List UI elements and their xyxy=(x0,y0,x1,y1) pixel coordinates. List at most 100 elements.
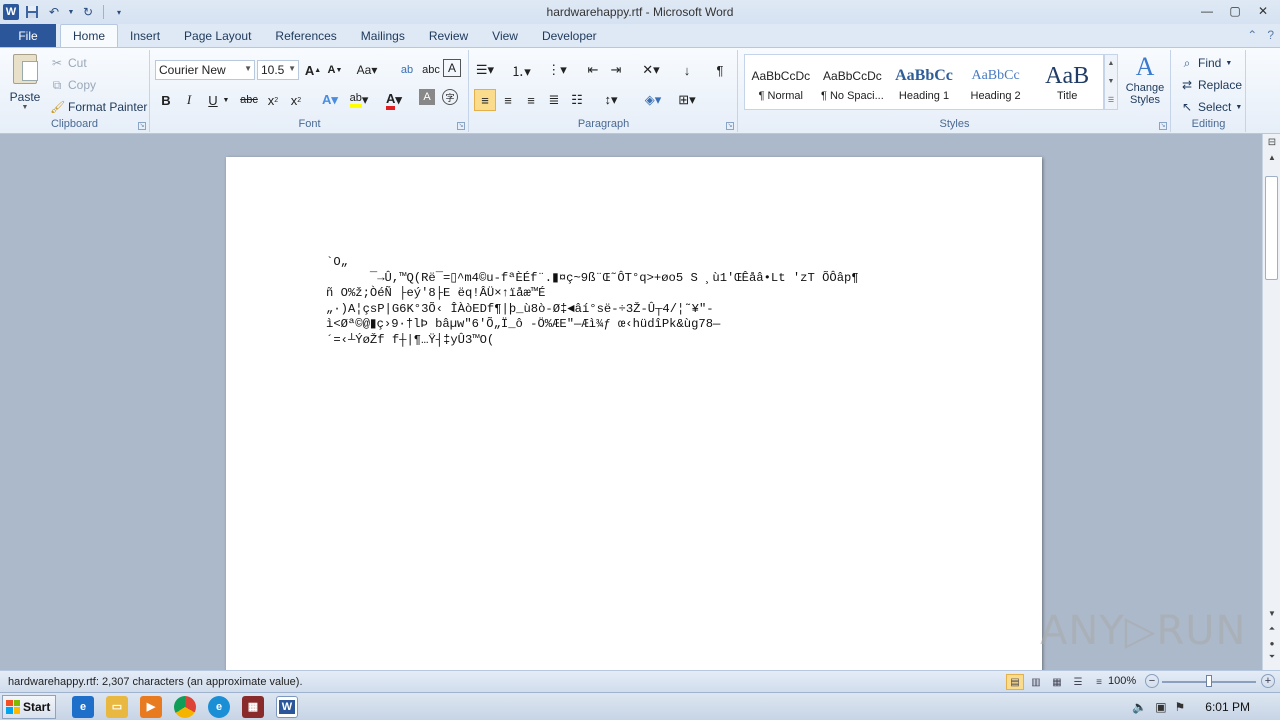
style-no-spacing[interactable]: AaBbCcDc ¶ No Spaci... xyxy=(817,55,889,109)
gallery-down-icon[interactable]: ▼ xyxy=(1108,78,1115,85)
grow-font-icon[interactable]: A ▲ xyxy=(302,59,324,81)
internet-explorer-icon[interactable]: e xyxy=(72,695,94,718)
highlight-icon[interactable]: ab ▾ xyxy=(348,89,370,111)
web-layout-icon[interactable]: ▦ xyxy=(1048,674,1066,690)
redo-icon[interactable]: ↻ xyxy=(79,3,97,21)
scroll-thumb[interactable] xyxy=(1265,176,1278,280)
document-line[interactable]: ñ O%ž;ÒéÑ ├eý'8├E ëq!ÂÜ×↑ïåæ™É xyxy=(326,286,859,302)
align-right-icon[interactable]: ≡ xyxy=(520,89,542,111)
align-left-icon[interactable]: ≡ xyxy=(474,89,496,111)
previous-page-icon[interactable]: ⏶ xyxy=(1263,622,1280,636)
superscript-icon[interactable]: x2 xyxy=(285,89,307,111)
ruler-toggle-icon[interactable]: ⊟ xyxy=(1263,134,1280,150)
font-name-combobox[interactable]: Courier New ▼ xyxy=(155,60,255,80)
tab-view[interactable]: View xyxy=(480,24,530,47)
underline-dropdown-icon[interactable]: ▼ xyxy=(221,89,231,111)
scroll-up-icon[interactable]: ▲ xyxy=(1263,150,1280,164)
chrome-icon[interactable] xyxy=(174,695,196,718)
tab-references[interactable]: References xyxy=(263,24,348,47)
network-icon[interactable]: ▣ xyxy=(1155,700,1166,714)
enclose-characters-icon[interactable]: 字 xyxy=(442,89,458,105)
sort-icon[interactable]: ↓ xyxy=(676,59,698,81)
text-effects-icon[interactable]: A▾ xyxy=(319,89,341,111)
tab-mailings[interactable]: Mailings xyxy=(349,24,417,47)
font-launcher-icon[interactable]: ↘ xyxy=(457,122,465,130)
gallery-up-icon[interactable]: ▲ xyxy=(1108,60,1115,67)
document-line[interactable]: `O„ xyxy=(326,255,859,271)
change-styles-button[interactable]: A Change Styles xyxy=(1122,52,1168,116)
subscript-icon[interactable]: x2 xyxy=(262,89,284,111)
start-button[interactable]: Start xyxy=(2,694,56,719)
style-heading-2[interactable]: AaBbCc Heading 2 xyxy=(960,55,1032,109)
strikethrough-icon[interactable]: abc xyxy=(238,89,260,111)
clear-formatting-icon[interactable]: ab xyxy=(396,59,418,81)
shading-icon[interactable]: ◈▾ xyxy=(642,89,664,111)
character-shading-icon[interactable]: A xyxy=(419,89,435,105)
document-line[interactable]: „·)A¦çsP|G6K°3Õ‹ ÎÀòEDf¶|þ_ù8ò-Ø‡◄âí°së-… xyxy=(326,302,859,318)
outline-icon[interactable]: ☰ xyxy=(1069,674,1087,690)
tab-insert[interactable]: Insert xyxy=(118,24,172,47)
save-icon[interactable] xyxy=(23,3,41,21)
document-page[interactable]: `O„ ¯→Û,™Q(Rë¯=▯^m4©u-fªÈÉf¨.▮¤ç~9ß¨Œ˜ÔT… xyxy=(226,157,1042,670)
paste-button[interactable]: Paste ▼ xyxy=(6,54,44,116)
document-body-text[interactable]: `O„ ¯→Û,™Q(Rë¯=▯^m4©u-fªÈÉf¨.▮¤ç~9ß¨Œ˜ÔT… xyxy=(326,255,859,348)
minimize-icon[interactable]: — xyxy=(1194,2,1220,20)
character-border-icon[interactable]: A xyxy=(443,59,461,77)
edge-icon[interactable]: e xyxy=(208,695,230,718)
copy-button[interactable]: ⧉ Copy xyxy=(50,75,96,95)
tab-developer[interactable]: Developer xyxy=(530,24,609,47)
document-line[interactable]: ¯→Û,™Q(Rë¯=▯^m4©u-fªÈÉf¨.▮¤ç~9ß¨Œ˜ÔT°q>+… xyxy=(326,271,859,287)
tab-home[interactable]: Home xyxy=(60,24,119,47)
select-button[interactable]: ↖ Select ▼ xyxy=(1180,97,1242,117)
multilevel-list-icon[interactable]: ⋮▾ xyxy=(546,59,568,81)
close-icon[interactable]: ✕ xyxy=(1250,2,1276,20)
format-painter-button[interactable]: 🖌 Format Painter xyxy=(50,97,147,117)
word-app-icon[interactable]: W xyxy=(3,4,19,20)
align-center-icon[interactable]: ≡ xyxy=(497,89,519,111)
phonetic-guide-icon[interactable]: abc xyxy=(420,59,442,81)
clipboard-launcher-icon[interactable]: ↘ xyxy=(138,122,146,130)
find-button[interactable]: ⌕ Find ▼ xyxy=(1180,53,1233,73)
draft-icon[interactable]: ≡ xyxy=(1090,674,1108,690)
zoom-level[interactable]: 100% xyxy=(1108,675,1136,687)
style-normal[interactable]: AaBbCcDc ¶ Normal xyxy=(745,55,817,109)
zoom-slider-thumb[interactable] xyxy=(1206,675,1212,687)
document-line[interactable]: ì<Øª©@▮ç›9·†lÞ bâµw"6'Õ„Ï_ô -Ö%ÆE"—Æì¾ƒ … xyxy=(326,317,859,333)
browse-object-icon[interactable]: ● xyxy=(1263,636,1280,650)
styles-launcher-icon[interactable]: ↘ xyxy=(1159,122,1167,130)
bullets-icon[interactable]: ☰▾ xyxy=(474,59,496,81)
next-page-icon[interactable]: ⏷ xyxy=(1263,650,1280,664)
print-layout-icon[interactable]: ▤ xyxy=(1006,674,1024,690)
clock[interactable]: 6:01 PM xyxy=(1205,700,1250,714)
zoom-in-icon[interactable]: + xyxy=(1261,674,1275,688)
shrink-font-icon[interactable]: A ▼ xyxy=(324,59,346,81)
document-line[interactable]: ´=‹┴ÝøŽf f┼|¶…Ÿ┤‡yÛ3™O( xyxy=(326,333,859,349)
maximize-icon[interactable]: ▢ xyxy=(1222,2,1248,20)
action-center-flag-icon[interactable]: ⚑ xyxy=(1175,700,1186,714)
distributed-icon[interactable]: ☷ xyxy=(566,89,588,111)
winrar-icon[interactable]: ▦ xyxy=(242,695,264,718)
undo-dropdown-icon[interactable]: ▼ xyxy=(67,3,75,21)
decrease-indent-icon[interactable]: ⇤ xyxy=(582,59,604,81)
tab-file[interactable]: File xyxy=(0,24,56,47)
asian-layout-icon[interactable]: ✕▾ xyxy=(640,59,662,81)
scroll-down-icon[interactable]: ▼ xyxy=(1263,606,1280,620)
undo-icon[interactable]: ↶ xyxy=(45,3,63,21)
zoom-out-icon[interactable]: − xyxy=(1145,674,1159,688)
style-heading-1[interactable]: AaBbCc Heading 1 xyxy=(888,55,960,109)
paste-dropdown-icon[interactable]: ▼ xyxy=(22,104,29,111)
replace-button[interactable]: ⇄ Replace xyxy=(1180,75,1242,95)
increase-indent-icon[interactable]: ⇥ xyxy=(605,59,627,81)
tab-page-layout[interactable]: Page Layout xyxy=(172,24,263,47)
customize-qat-icon[interactable]: ▾ xyxy=(110,3,128,21)
justify-icon[interactable]: ≣ xyxy=(543,89,565,111)
gallery-more-icon[interactable]: ☰ xyxy=(1108,96,1114,104)
show-hide-marks-icon[interactable]: ¶ xyxy=(709,59,731,81)
speaker-icon[interactable]: 🔈 xyxy=(1132,700,1147,714)
bold-icon[interactable]: B xyxy=(155,89,177,111)
line-spacing-icon[interactable]: ↕▾ xyxy=(600,89,622,111)
media-player-icon[interactable]: ▶ xyxy=(140,695,162,718)
font-color-icon[interactable]: A ▾ xyxy=(383,89,405,111)
help-icon[interactable]: ? xyxy=(1267,28,1274,42)
font-size-combobox[interactable]: 10.5 ▼ xyxy=(257,60,299,80)
